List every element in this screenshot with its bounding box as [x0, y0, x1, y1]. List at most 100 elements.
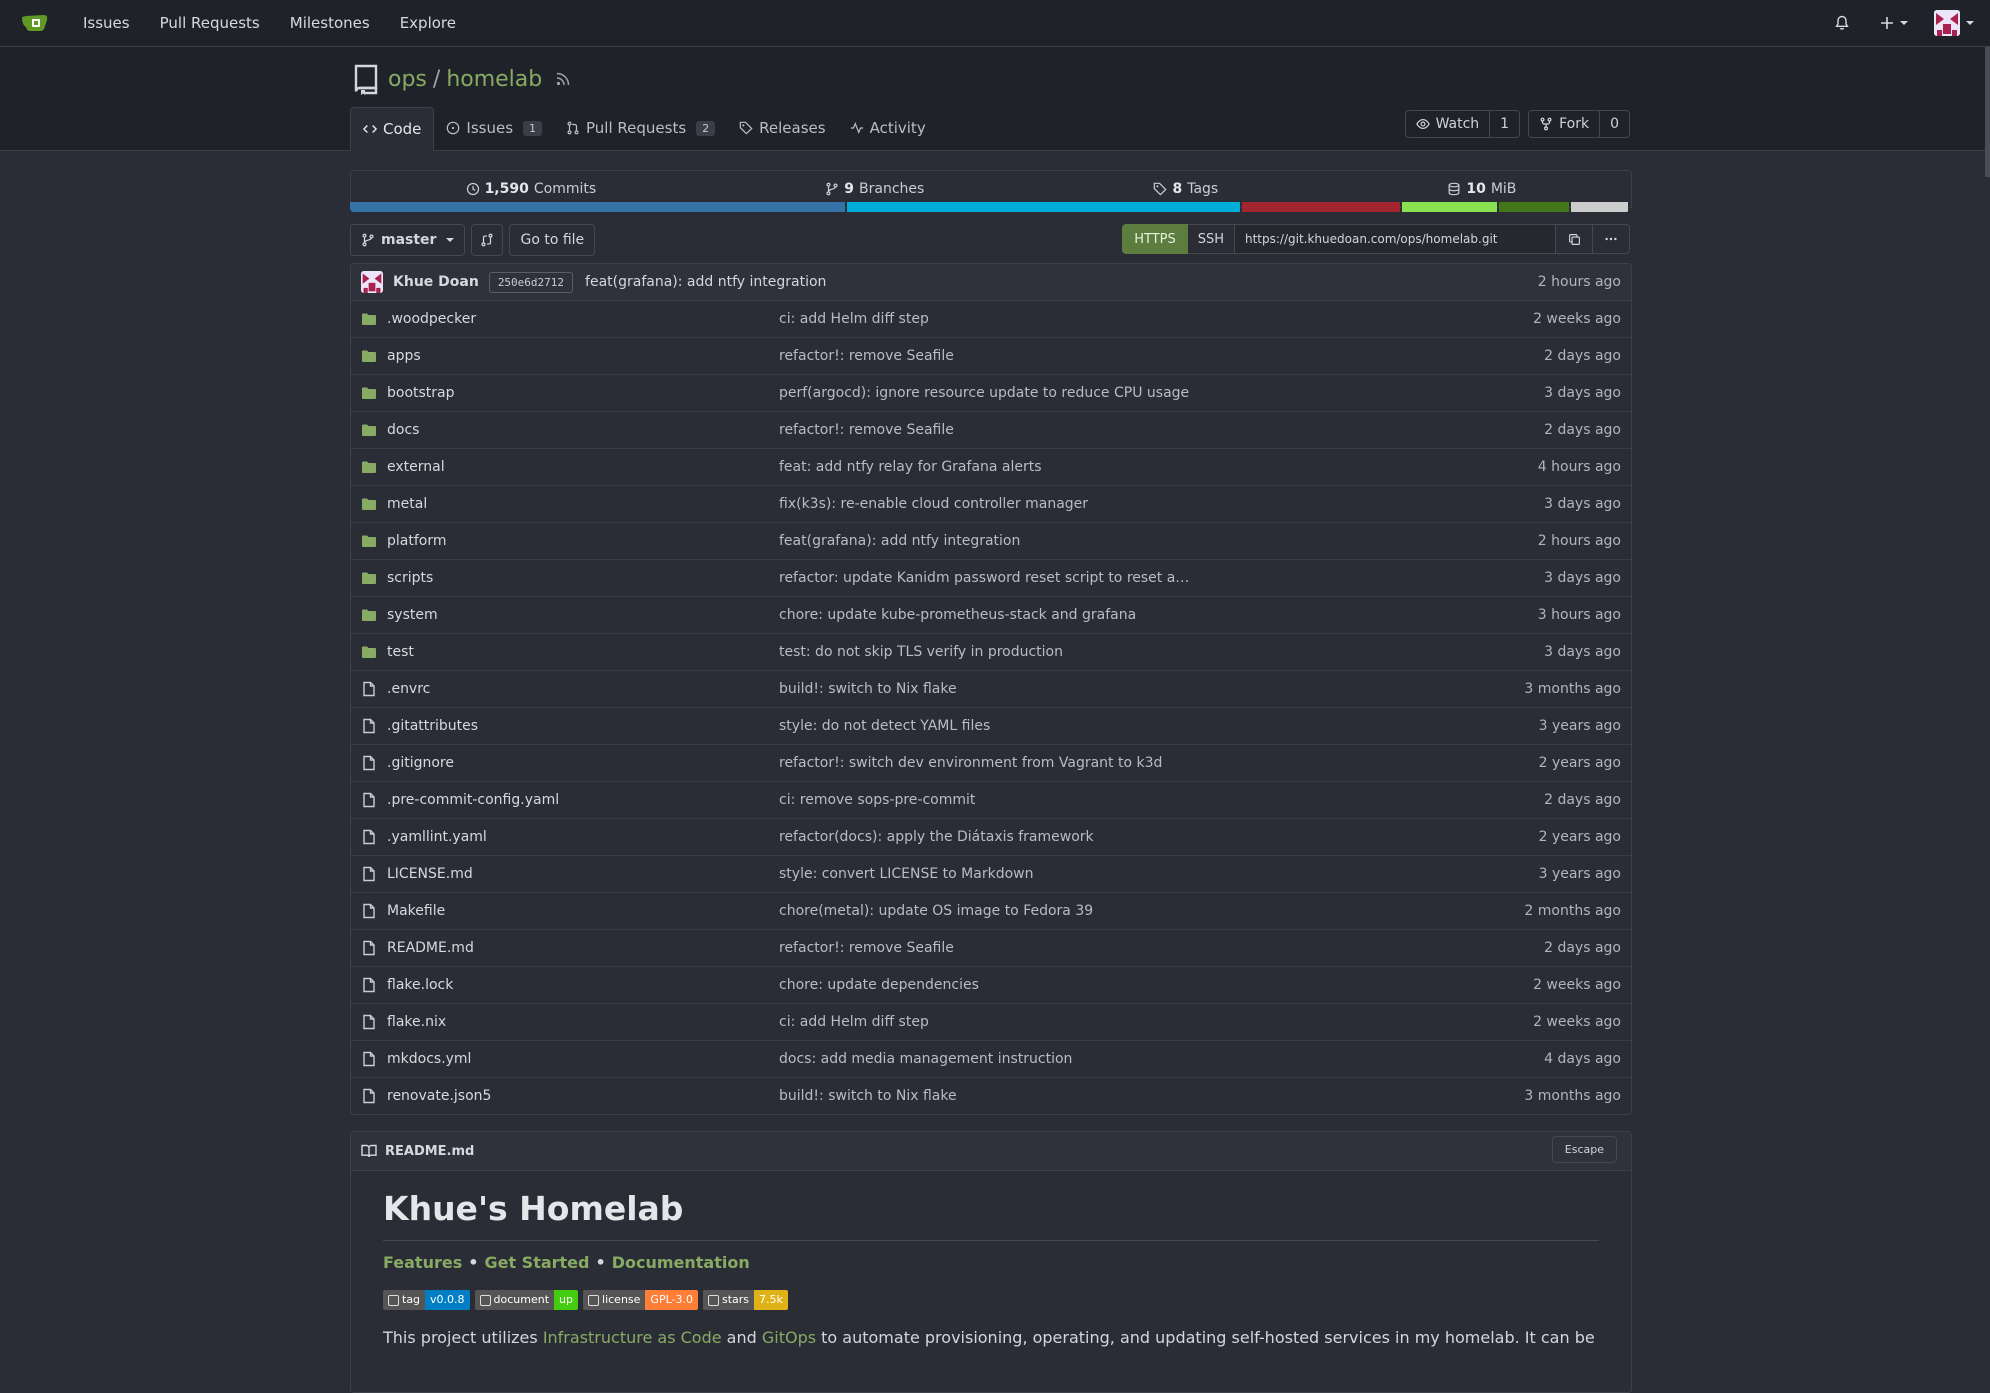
scrollbar[interactable] — [1985, 47, 1990, 177]
go-to-file-button[interactable]: Go to file — [509, 224, 596, 256]
readme-filename: README.md — [385, 1143, 475, 1159]
iac-link[interactable]: Infrastructure as Code — [543, 1328, 722, 1347]
file-name-link[interactable]: README.md — [387, 940, 779, 956]
file-commit-message[interactable]: style: do not detect YAML files — [779, 718, 1461, 734]
file-name-link[interactable]: flake.nix — [387, 1014, 779, 1030]
file-commit-message[interactable]: feat(grafana): add ntfy integration — [779, 533, 1461, 549]
file-name-link[interactable]: external — [387, 459, 779, 475]
file-name-link[interactable]: renovate.json5 — [387, 1088, 779, 1104]
file-commit-message[interactable]: refactor!: switch dev environment from V… — [779, 755, 1461, 771]
file-name-link[interactable]: .pre-commit-config.yaml — [387, 792, 779, 808]
commit-author[interactable]: Khue Doan — [393, 274, 479, 290]
file-commit-message[interactable]: perf(argocd): ignore resource update to … — [779, 385, 1461, 401]
copy-url-button[interactable] — [1556, 224, 1593, 254]
file-commit-message[interactable]: test: do not skip TLS verify in producti… — [779, 644, 1461, 660]
clone-ssh-button[interactable]: SSH — [1187, 224, 1235, 254]
clone-url-input[interactable]: https://git.khuedoan.com/ops/homelab.git — [1235, 224, 1556, 254]
language-segment[interactable] — [1499, 202, 1569, 212]
file-name-link[interactable]: Makefile — [387, 903, 779, 919]
file-commit-message[interactable]: refactor!: remove Seafile — [779, 940, 1461, 956]
commit-message[interactable]: feat(grafana): add ntfy integration — [585, 274, 1538, 290]
file-row: test test: do not skip TLS verify in prod… — [351, 634, 1631, 671]
file-name-link[interactable]: .gitignore — [387, 755, 779, 771]
file-commit-message[interactable]: build!: switch to Nix flake — [779, 681, 1461, 697]
file-name-link[interactable]: platform — [387, 533, 779, 549]
file-name-link[interactable]: apps — [387, 348, 779, 364]
features-link[interactable]: Features — [383, 1253, 462, 1272]
file-commit-message[interactable]: ci: add Helm diff step — [779, 311, 1461, 327]
file-commit-message[interactable]: docs: add media management instruction — [779, 1051, 1461, 1067]
tab-activity[interactable]: Activity — [838, 107, 938, 149]
file-name-link[interactable]: .woodpecker — [387, 311, 779, 327]
branch-selector[interactable]: master — [350, 224, 466, 256]
badge-license[interactable]: license GPL-3.0 — [583, 1290, 698, 1310]
file-name-link[interactable]: metal — [387, 496, 779, 512]
nav-issues[interactable]: Issues — [83, 14, 130, 32]
tab-pull-requests[interactable]: Pull Requests 2 — [554, 107, 727, 149]
file-name-link[interactable]: bootstrap — [387, 385, 779, 401]
language-bar[interactable] — [350, 202, 1630, 212]
language-segment[interactable] — [350, 202, 845, 212]
file-name-link[interactable]: .envrc — [387, 681, 779, 697]
file-commit-message[interactable]: chore: update dependencies — [779, 977, 1461, 993]
tab-code[interactable]: Code — [350, 107, 435, 151]
create-new-plus-icon[interactable] — [1880, 16, 1908, 30]
file-commit-message[interactable]: ci: add Helm diff step — [779, 1014, 1461, 1030]
file-name-link[interactable]: .gitattributes — [387, 718, 779, 734]
fork-button[interactable]: Fork — [1529, 111, 1601, 137]
file-commit-message[interactable]: fix(k3s): re-enable cloud controller man… — [779, 496, 1461, 512]
badge-document[interactable]: document up — [474, 1290, 579, 1310]
tab-releases[interactable]: Releases — [727, 107, 837, 149]
compare-button[interactable] — [471, 224, 504, 256]
file-name-link[interactable]: test — [387, 644, 779, 660]
branches-stat[interactable]: 9 Branches — [825, 181, 924, 197]
repo-name-link[interactable]: homelab — [446, 67, 542, 92]
nav-milestones[interactable]: Milestones — [290, 14, 370, 32]
fork-count[interactable]: 0 — [1600, 111, 1629, 137]
badge-tag[interactable]: tag v0.0.8 — [383, 1290, 470, 1310]
nav-explore[interactable]: Explore — [400, 14, 456, 32]
tags-stat[interactable]: 8 Tags — [1153, 181, 1218, 197]
file-name-link[interactable]: scripts — [387, 570, 779, 586]
documentation-link[interactable]: Documentation — [612, 1253, 750, 1272]
language-segment[interactable] — [846, 202, 1240, 212]
file-commit-message[interactable]: refactor(docs): apply the Diátaxis frame… — [779, 829, 1461, 845]
language-segment[interactable] — [1570, 202, 1628, 212]
repo-owner-link[interactable]: ops — [388, 67, 427, 92]
watch-button-group: Watch 1 — [1404, 110, 1521, 138]
file-commit-message[interactable]: refactor: update Kanidm password reset s… — [779, 570, 1461, 586]
user-menu[interactable] — [1934, 10, 1974, 36]
escape-button[interactable]: Escape — [1551, 1136, 1617, 1163]
tab-issues[interactable]: Issues 1 — [434, 107, 554, 149]
clone-https-button[interactable]: HTTPS — [1122, 224, 1188, 254]
gitea-logo-icon[interactable] — [20, 11, 50, 35]
file-commit-message[interactable]: build!: switch to Nix flake — [779, 1088, 1461, 1104]
more-options-button[interactable] — [1593, 224, 1630, 254]
file-name-link[interactable]: flake.lock — [387, 977, 779, 993]
file-commit-message[interactable]: style: convert LICENSE to Markdown — [779, 866, 1461, 882]
file-commit-message[interactable]: feat: add ntfy relay for Grafana alerts — [779, 459, 1461, 475]
file-commit-message[interactable]: chore: update kube-prometheus-stack and … — [779, 607, 1461, 623]
commits-stat[interactable]: 1,590 Commits — [466, 181, 596, 197]
file-commit-message[interactable]: refactor!: remove Seafile — [779, 348, 1461, 364]
language-segment[interactable] — [1402, 202, 1498, 212]
file-name-link[interactable]: system — [387, 607, 779, 623]
watch-count[interactable]: 1 — [1490, 111, 1519, 137]
get-started-link[interactable]: Get Started — [484, 1253, 589, 1272]
watch-button[interactable]: Watch — [1406, 111, 1491, 137]
gitops-link[interactable]: GitOps — [762, 1328, 816, 1347]
nav-pull-requests[interactable]: Pull Requests — [160, 14, 260, 32]
file-commit-message[interactable]: refactor!: remove Seafile — [779, 422, 1461, 438]
file-commit-message[interactable]: ci: remove sops-pre-commit — [779, 792, 1461, 808]
commit-sha[interactable]: 250e6d2712 — [488, 271, 574, 293]
rss-feed-icon[interactable] — [556, 72, 570, 86]
language-segment[interactable] — [1241, 202, 1401, 212]
file-name-link[interactable]: .yamllint.yaml — [387, 829, 779, 845]
file-name-link[interactable]: docs — [387, 422, 779, 438]
file-name-link[interactable]: mkdocs.yml — [387, 1051, 779, 1067]
file-name-link[interactable]: LICENSE.md — [387, 866, 779, 882]
badge-stars[interactable]: stars 7.5k — [702, 1290, 788, 1310]
notifications-bell-icon[interactable] — [1834, 15, 1850, 31]
file-commit-message[interactable]: chore(metal): update OS image to Fedora … — [779, 903, 1461, 919]
avatar[interactable] — [361, 271, 383, 293]
